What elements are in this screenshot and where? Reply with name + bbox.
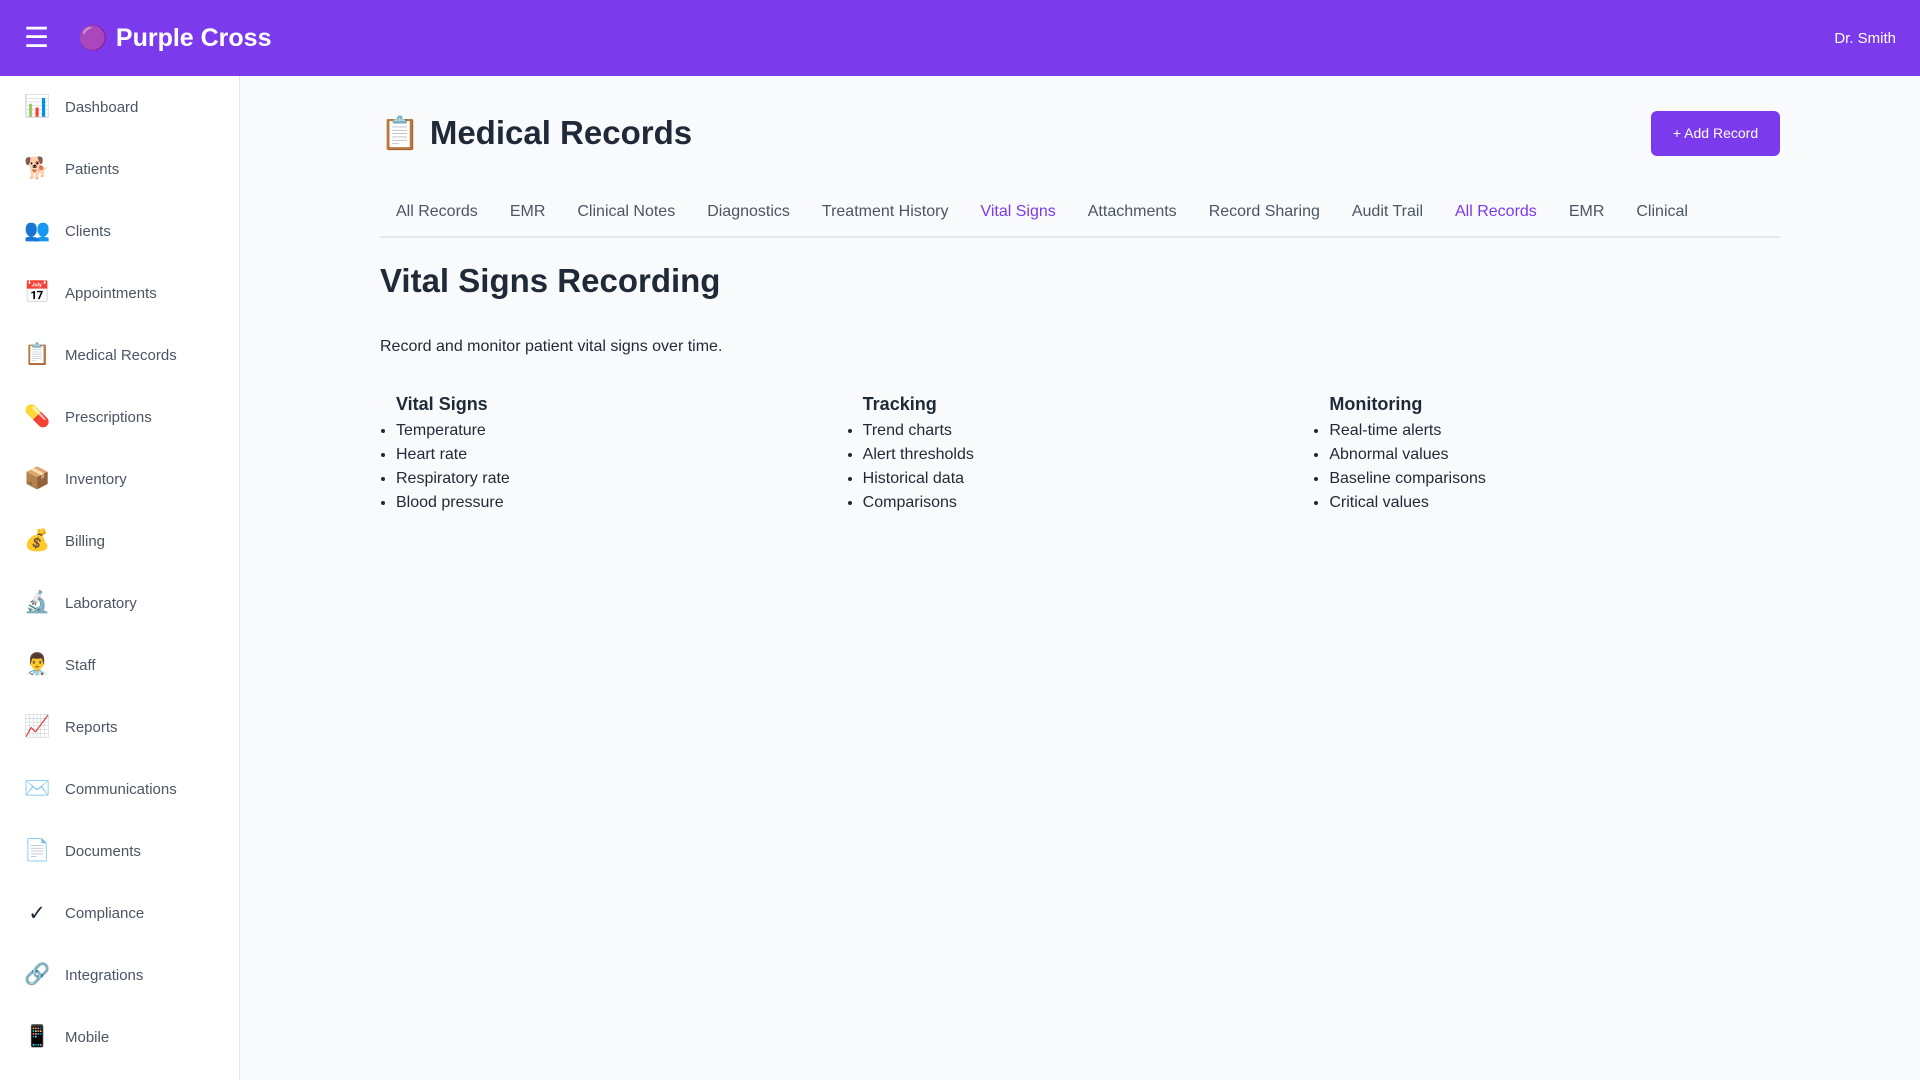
list-item: Trend charts xyxy=(863,419,1314,443)
sidebar-item-medical-records[interactable]: 📋 Medical Records xyxy=(0,324,239,386)
clipboard-icon: 📋 xyxy=(380,115,420,151)
tab-clinical[interactable]: Clinical xyxy=(1620,192,1704,236)
pill-icon: 💊 xyxy=(24,405,51,428)
record-tabs: All Records EMR Clinical Notes Diagnostics T… xyxy=(380,192,1780,238)
list-item: Alert thresholds xyxy=(863,443,1314,467)
tab-diagnostics[interactable]: Diagnostics xyxy=(691,192,806,236)
chart-icon: 📊 xyxy=(24,95,51,118)
feature-list: Trend chartsAlert thresholdsHistorical d… xyxy=(863,419,1314,515)
sidebar-item-integrations[interactable]: 🔗 Integrations xyxy=(0,944,239,1006)
sidebar-item-inventory[interactable]: 📦 Inventory xyxy=(0,448,239,510)
section-description: Record and monitor patient vital signs o… xyxy=(380,338,723,355)
sidebar-item-billing[interactable]: 💰 Billing xyxy=(0,510,239,572)
checkmark-icon: ✓ xyxy=(28,901,46,925)
tab-all-records[interactable]: All Records xyxy=(380,192,494,236)
sidebar-item-compliance[interactable]: ✓ Compliance xyxy=(0,882,239,944)
tab-attachments[interactable]: Attachments xyxy=(1072,192,1193,236)
sidebar-item-label: Inventory xyxy=(65,470,127,488)
tab-vital-signs[interactable]: Vital Signs xyxy=(964,192,1071,236)
sidebar-item-patients[interactable]: 🐕 Patients xyxy=(0,138,239,200)
sidebar-item-clients[interactable]: 👥 Clients xyxy=(0,200,239,262)
tab-emr[interactable]: EMR xyxy=(1553,192,1621,236)
list-item: Real-time alerts xyxy=(1329,419,1780,443)
link-icon: 🔗 xyxy=(24,963,51,986)
sidebar-item-documents[interactable]: 📄 Documents xyxy=(0,820,239,882)
clipboard-icon: 📋 xyxy=(24,343,51,366)
sidebar-item-label: Prescriptions xyxy=(65,408,152,426)
sidebar-item-label: Documents xyxy=(65,842,141,860)
sidebar-item-label: Communications xyxy=(65,780,177,798)
list-item: Temperature xyxy=(396,419,847,443)
sidebar-item-prescriptions[interactable]: 💊 Prescriptions xyxy=(0,386,239,448)
feature-column: Monitoring Real-time alertsAbnormal value… xyxy=(1313,394,1780,515)
people-icon: 👥 xyxy=(24,219,51,242)
sidebar-item-mobile[interactable]: 📱 Mobile xyxy=(0,1006,239,1068)
feature-column-title: Vital Signs xyxy=(396,394,488,414)
list-item: Heart rate xyxy=(396,443,847,467)
sidebar-item-label: Staff xyxy=(65,656,96,674)
feature-list: Real-time alertsAbnormal valuesBaseline … xyxy=(1329,419,1780,515)
sidebar-item-reports[interactable]: 📈 Reports xyxy=(0,696,239,758)
add-record-button[interactable]: + Add Record xyxy=(1651,110,1780,156)
sidebar-item-label: Reports xyxy=(65,718,118,736)
list-item: Abnormal values xyxy=(1329,443,1780,467)
section-title: Vital Signs Recording xyxy=(380,262,721,299)
sidebar-item-label: Appointments xyxy=(65,284,157,302)
sidebar-item-dashboard[interactable]: 📊 Dashboard xyxy=(0,76,239,138)
sidebar-item-label: Dashboard xyxy=(65,98,139,116)
feature-column-title: Monitoring xyxy=(1329,394,1423,414)
feature-column: Tracking Trend chartsAlert thresholdsHist… xyxy=(847,394,1314,515)
document-icon: 📄 xyxy=(24,839,51,862)
sidebar: 📊 Dashboard 🐕 Patients 👥 Clients 📅 Appointments… xyxy=(0,76,240,1080)
page-header: 📋 Medical Records + Add Record xyxy=(380,110,1780,156)
tab-emr[interactable]: EMR xyxy=(494,192,562,236)
tab-clinical-notes[interactable]: Clinical Notes xyxy=(561,192,691,236)
list-item: Critical values xyxy=(1329,491,1780,515)
brand[interactable]: 🟣 Purple Cross xyxy=(78,24,272,53)
sidebar-item-label: Integrations xyxy=(65,966,144,984)
sidebar-item-laboratory[interactable]: 🔬 Laboratory xyxy=(0,572,239,634)
user-name[interactable]: Dr. Smith xyxy=(1834,30,1896,47)
sidebar-item-label: Medical Records xyxy=(65,346,177,364)
envelope-icon: ✉️ xyxy=(24,777,51,800)
sidebar-item-communications[interactable]: ✉️ Communications xyxy=(0,758,239,820)
sidebar-item-label: Mobile xyxy=(65,1028,110,1046)
sidebar-item-label: Compliance xyxy=(65,904,145,922)
calendar-icon: 📅 xyxy=(24,281,51,304)
sidebar-item-label: Laboratory xyxy=(65,594,137,612)
doctor-icon: 👨‍⚕️ xyxy=(24,653,51,676)
sidebar-item-appointments[interactable]: 📅 Appointments xyxy=(0,262,239,324)
tab-record-sharing[interactable]: Record Sharing xyxy=(1193,192,1336,236)
page-title: Medical Records xyxy=(429,114,693,151)
list-item: Comparisons xyxy=(863,491,1314,515)
phone-icon: 📱 xyxy=(24,1025,51,1048)
package-icon: 📦 xyxy=(24,467,51,490)
sidebar-item-label: Patients xyxy=(65,160,120,178)
hamburger-menu-icon[interactable]: ☰ xyxy=(24,24,60,52)
list-item: Respiratory rate xyxy=(396,467,847,491)
feature-column-title: Tracking xyxy=(862,394,937,414)
top-bar: ☰ 🟣 Purple Cross Dr. Smith xyxy=(0,0,1920,76)
brand-name: Purple Cross xyxy=(115,23,272,52)
microscope-icon: 🔬 xyxy=(24,591,51,614)
purple-circle-icon: 🟣 xyxy=(78,24,108,52)
list-item: Baseline comparisons xyxy=(1329,467,1780,491)
tab-audit-trail[interactable]: Audit Trail xyxy=(1336,192,1439,236)
feature-column: Vital Signs TemperatureHeart rateRespirat… xyxy=(380,394,847,515)
tab-treatment-history[interactable]: Treatment History xyxy=(806,192,965,236)
trend-chart-icon: 📈 xyxy=(24,715,51,738)
feature-list: TemperatureHeart rateRespiratory rateBlo… xyxy=(396,419,847,515)
feature-columns: Vital Signs TemperatureHeart rateRespirat… xyxy=(380,394,1780,515)
dog-icon: 🐕 xyxy=(24,157,51,180)
main-content: 📋 Medical Records + Add Record All Recor… xyxy=(380,76,1780,1080)
money-bag-icon: 💰 xyxy=(24,529,51,552)
list-item: Blood pressure xyxy=(396,491,847,515)
tab-all-records[interactable]: All Records xyxy=(1439,192,1553,236)
sidebar-item-label: Clients xyxy=(65,222,111,240)
sidebar-item-label: Billing xyxy=(65,532,106,550)
list-item: Historical data xyxy=(863,467,1314,491)
sidebar-item-staff[interactable]: 👨‍⚕️ Staff xyxy=(0,634,239,696)
